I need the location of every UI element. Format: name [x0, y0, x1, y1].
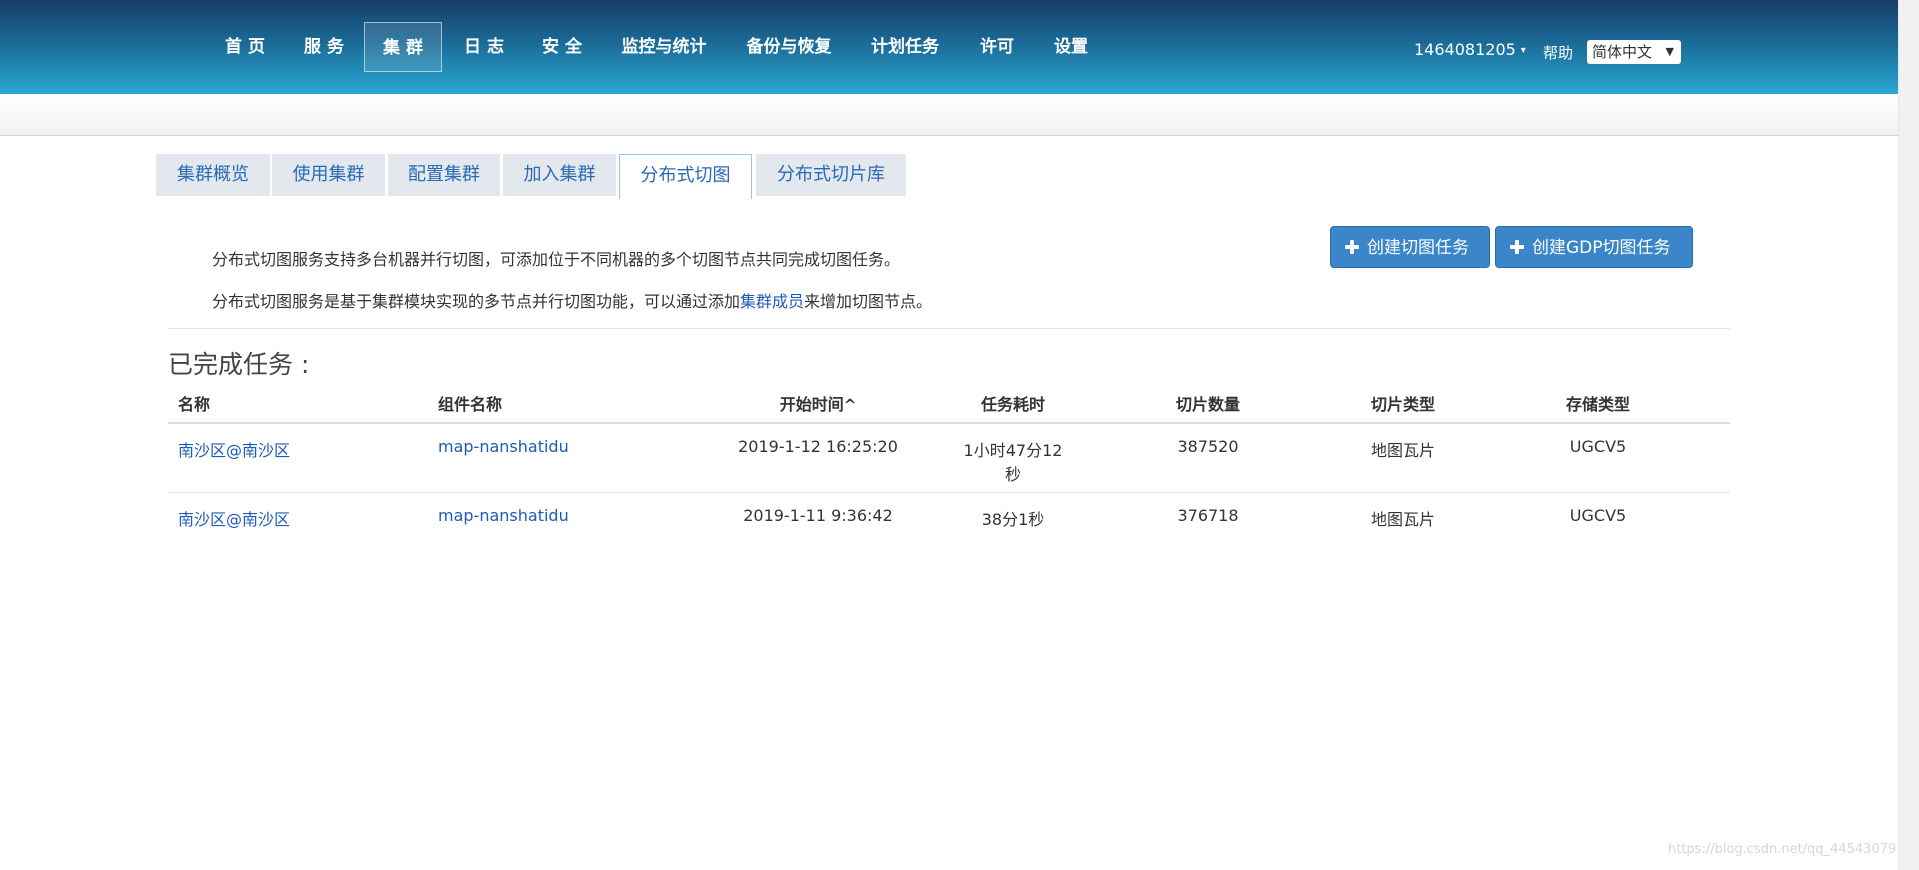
tab-configure-cluster[interactable]: 配置集群 [388, 154, 500, 196]
tab-use-cluster[interactable]: 使用集群 [272, 154, 385, 196]
tile-type-cell: 地图瓦片 [1370, 510, 1435, 529]
tab-cluster-overview[interactable]: 集群概览 [156, 154, 270, 196]
nav-services[interactable]: 服 务 [293, 22, 355, 72]
completed-tasks-title: 已完成任务 : [168, 350, 310, 379]
nav-logs[interactable]: 日 志 [453, 22, 515, 72]
tab-distributed-tiling[interactable]: 分布式切图 [619, 154, 752, 199]
tile-count-cell: 376718 [1177, 506, 1239, 525]
column-header-component: 组件名称 [438, 395, 503, 414]
nav-settings[interactable]: 设置 [1044, 22, 1098, 72]
duration-cell: 38分1秒 [981, 510, 1045, 529]
plus-icon [1510, 240, 1524, 254]
nav-security[interactable]: 安 全 [531, 22, 593, 72]
nav-home[interactable]: 首 页 [214, 22, 276, 72]
nav-scheduled-tasks[interactable]: 计划任务 [862, 22, 948, 72]
start-time-header-label: 开始时间 [779, 395, 844, 414]
column-header-tile-type: 切片类型 [1370, 395, 1435, 414]
sort-ascending-icon: ^ [843, 396, 857, 414]
intro-text-prefix: 分布式切图服务是基于集群模块实现的多节点并行切图功能，可以通过添加 [212, 292, 741, 311]
tab-join-cluster[interactable]: 加入集群 [503, 154, 616, 196]
language-value: 简体中文 [1592, 43, 1653, 61]
component-name-link[interactable]: map-nanshatidu [438, 437, 569, 456]
table-row-divider [168, 492, 1730, 493]
cluster-members-link[interactable]: 集群成员 [740, 292, 804, 311]
start-time-cell: 2019-1-12 16:25:20 [738, 437, 898, 456]
tab-distributed-tile-library[interactable]: 分布式切片库 [756, 154, 906, 196]
task-name-link[interactable]: 南沙区@南沙区 [178, 506, 290, 530]
page-scrollbar[interactable] [1898, 0, 1919, 870]
section-divider [168, 328, 1730, 329]
start-time-cell: 2019-1-11 9:36:42 [743, 506, 893, 525]
component-name-link[interactable]: map-nanshatidu [438, 506, 569, 525]
nav-cluster[interactable]: 集 群 [364, 22, 442, 72]
tile-type-cell: 地图瓦片 [1370, 441, 1435, 460]
column-header-tile-count: 切片数量 [1175, 395, 1240, 414]
create-gdp-tiling-task-label: 创建GDP切图任务 [1532, 238, 1671, 258]
create-tiling-task-button[interactable]: 创建切图任务 [1330, 226, 1490, 268]
column-header-storage-type: 存储类型 [1565, 395, 1630, 414]
help-link[interactable]: 帮助 [1543, 42, 1573, 63]
nav-monitoring[interactable]: 监控与统计 [612, 22, 716, 72]
tile-count-cell: 387520 [1177, 437, 1239, 456]
storage-type-cell: UGCV5 [1569, 437, 1627, 456]
user-name: 1464081205 [1414, 40, 1516, 59]
sub-header-bar [0, 94, 1898, 136]
task-name-link[interactable]: 南沙区@南沙区 [178, 437, 290, 461]
top-navigation-bar: 首 页 服 务 集 群 日 志 安 全 监控与统计 备份与恢复 计划任务 许可 … [0, 0, 1898, 94]
column-header-start-time[interactable]: 开始时间^ [738, 391, 898, 415]
column-header-duration: 任务耗时 [980, 395, 1045, 414]
caret-down-icon: ▾ [1520, 45, 1526, 56]
intro-text-line1: 分布式切图服务支持多台机器并行切图，可添加位于不同机器的多个切图节点共同完成切图… [212, 250, 901, 269]
intro-text-suffix: 来增加切图节点。 [804, 292, 933, 311]
watermark-text: https://blog.csdn.net/qq_44543079 [1668, 842, 1897, 857]
dropdown-arrow-icon: ▼ [1665, 45, 1674, 58]
plus-icon [1345, 240, 1359, 254]
nav-license[interactable]: 许可 [970, 22, 1024, 72]
intro-text-line2: 分布式切图服务是基于集群模块实现的多节点并行切图功能，可以通过添加集群成员来增加… [212, 288, 932, 312]
user-menu[interactable]: 1464081205 ▾ [1414, 40, 1526, 59]
table-header-divider [168, 422, 1730, 424]
create-tiling-task-label: 创建切图任务 [1367, 238, 1469, 258]
storage-type-cell: UGCV5 [1569, 506, 1627, 525]
language-select[interactable]: 简体中文 ▼ [1587, 40, 1681, 64]
nav-backup-restore[interactable]: 备份与恢复 [737, 22, 841, 72]
create-gdp-tiling-task-button[interactable]: 创建GDP切图任务 [1495, 226, 1693, 268]
column-header-name: 名称 [178, 395, 211, 414]
duration-cell-wrap: 秒 [1004, 465, 1021, 484]
duration-cell: 1小时47分12 [963, 441, 1063, 460]
